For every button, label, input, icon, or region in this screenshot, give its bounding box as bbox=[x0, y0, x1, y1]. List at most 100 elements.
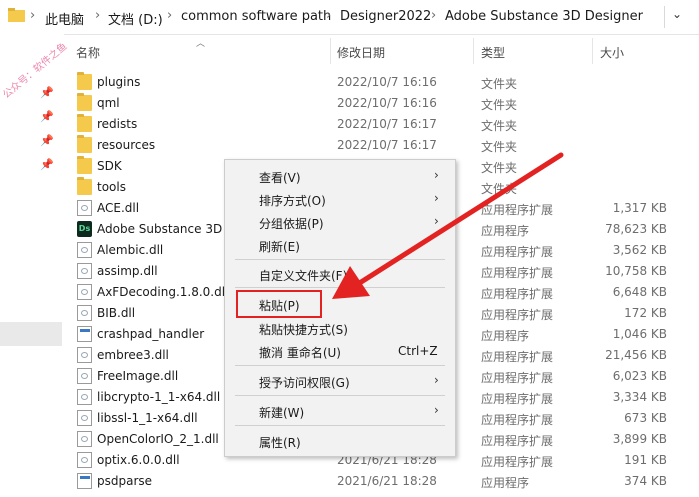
menu-item-grant-access[interactable]: 授予访问权限(G) bbox=[259, 374, 350, 391]
file-type: 应用程序扩展 bbox=[481, 350, 554, 364]
dll-icon bbox=[77, 431, 92, 447]
file-size: 1,046 KB bbox=[612, 327, 667, 341]
file-type: 文件夹 bbox=[481, 98, 518, 112]
menu-item-undo-rename[interactable]: 撤消 重命名(U) bbox=[259, 344, 341, 361]
menu-divider bbox=[235, 259, 445, 260]
file-row[interactable]: redists 2022/10/7 16:17 文件夹 bbox=[0, 114, 699, 135]
chevron-down-icon[interactable]: ⌄ bbox=[672, 7, 682, 21]
breadcrumb-separator-icon: › bbox=[431, 8, 437, 23]
divider bbox=[664, 6, 665, 28]
menu-item-sort[interactable]: 排序方式(O) bbox=[259, 192, 326, 209]
menu-item-paste-shortcut[interactable]: 粘贴快捷方式(S) bbox=[259, 321, 348, 338]
column-divider[interactable] bbox=[330, 38, 331, 64]
file-type: 应用程序扩展 bbox=[481, 203, 554, 217]
file-type: 应用程序扩展 bbox=[481, 266, 554, 280]
menu-item-new[interactable]: 新建(W) bbox=[259, 404, 304, 421]
folder-icon bbox=[77, 156, 92, 174]
column-header-name[interactable]: 名称 bbox=[76, 44, 100, 61]
menu-item-properties[interactable]: 属性(R) bbox=[259, 434, 301, 451]
file-name: SDK bbox=[97, 159, 122, 173]
file-row[interactable]: plugins 2022/10/7 16:16 文件夹 bbox=[0, 72, 699, 93]
file-type: 文件夹 bbox=[481, 140, 518, 154]
file-name: Adobe Substance 3D bbox=[97, 222, 223, 236]
file-type: 应用程序扩展 bbox=[481, 455, 554, 469]
file-name: OpenColorIO_2_1.dll bbox=[97, 432, 219, 446]
exe-icon bbox=[77, 326, 92, 342]
file-size: 172 KB bbox=[624, 306, 667, 320]
file-type: 文件夹 bbox=[481, 182, 518, 196]
file-date: 2022/10/7 16:16 bbox=[337, 75, 437, 89]
file-name: tools bbox=[97, 180, 126, 194]
file-type: 应用程序扩展 bbox=[481, 308, 554, 322]
menu-divider bbox=[235, 395, 445, 396]
file-size: 6,648 KB bbox=[612, 285, 667, 299]
menu-item-group[interactable]: 分组依据(P) bbox=[259, 215, 324, 232]
address-bar[interactable]: › 此电脑 › 文档 (D:) › common software path ›… bbox=[0, 0, 699, 35]
menu-divider bbox=[235, 365, 445, 366]
dll-icon bbox=[77, 284, 92, 300]
file-name: libcrypto-1_1-x64.dll bbox=[97, 390, 221, 404]
file-name: assimp.dll bbox=[97, 264, 158, 278]
breadcrumb-current-folder[interactable]: Adobe Substance 3D Designer bbox=[445, 9, 643, 24]
file-size: 3,899 KB bbox=[612, 432, 667, 446]
file-row[interactable]: psdparse 2021/6/21 18:28 应用程序 374 KB bbox=[0, 471, 699, 492]
file-size: 21,456 KB bbox=[605, 348, 667, 362]
breadcrumb-separator-icon: › bbox=[95, 8, 101, 23]
exe-icon bbox=[77, 473, 92, 489]
dll-icon bbox=[77, 242, 92, 258]
file-type: 应用程序扩展 bbox=[481, 413, 554, 427]
menu-shortcut-undo: Ctrl+Z bbox=[398, 344, 438, 358]
dll-icon bbox=[77, 410, 92, 426]
menu-divider bbox=[235, 287, 445, 288]
column-header-type[interactable]: 类型 bbox=[481, 44, 505, 61]
file-size: 191 KB bbox=[624, 453, 667, 467]
file-name: BIB.dll bbox=[97, 306, 136, 320]
file-type: 文件夹 bbox=[481, 119, 518, 133]
dll-icon bbox=[77, 347, 92, 363]
folder-icon bbox=[77, 72, 92, 90]
file-name: libssl-1_1-x64.dll bbox=[97, 411, 198, 425]
dll-icon bbox=[77, 389, 92, 405]
menu-item-refresh[interactable]: 刷新(E) bbox=[259, 238, 300, 255]
file-name: optix.6.0.0.dll bbox=[97, 453, 180, 467]
file-size: 78,623 KB bbox=[605, 222, 667, 236]
chevron-right-icon: › bbox=[434, 191, 439, 205]
designer-app-icon: Ds bbox=[77, 221, 92, 237]
file-row[interactable]: resources 2022/10/7 16:17 文件夹 bbox=[0, 135, 699, 156]
chevron-right-icon: › bbox=[434, 403, 439, 417]
chevron-right-icon: › bbox=[434, 373, 439, 387]
file-type: 应用程序 bbox=[481, 476, 530, 490]
file-type: 应用程序扩展 bbox=[481, 245, 554, 259]
file-size: 673 KB bbox=[624, 411, 667, 425]
breadcrumb-this-pc[interactable]: 此电脑 bbox=[45, 9, 84, 28]
column-header-size[interactable]: 大小 bbox=[600, 44, 624, 61]
file-date: 2022/10/7 16:17 bbox=[337, 138, 437, 152]
file-name: redists bbox=[97, 117, 138, 131]
breadcrumb-designer2022[interactable]: Designer2022 bbox=[340, 9, 431, 24]
breadcrumb-separator-icon: › bbox=[30, 8, 36, 23]
file-size: 3,562 KB bbox=[612, 243, 667, 257]
chevron-right-icon: › bbox=[434, 168, 439, 182]
column-divider[interactable] bbox=[592, 38, 593, 64]
folder-icon bbox=[77, 177, 92, 195]
file-row[interactable]: qml 2022/10/7 16:16 文件夹 bbox=[0, 93, 699, 114]
file-date: 2021/6/21 18:28 bbox=[337, 474, 437, 488]
menu-item-customize-folder[interactable]: 自定义文件夹(F)... bbox=[259, 267, 359, 284]
file-type: 应用程序扩展 bbox=[481, 434, 554, 448]
file-name: embree3.dll bbox=[97, 348, 169, 362]
menu-item-view[interactable]: 查看(V) bbox=[259, 169, 301, 186]
file-size: 1,317 KB bbox=[612, 201, 667, 215]
file-size: 3,334 KB bbox=[612, 390, 667, 404]
breadcrumb-common-software-path[interactable]: common software path bbox=[181, 9, 331, 24]
dll-icon bbox=[77, 452, 92, 468]
file-type: 应用程序扩展 bbox=[481, 392, 554, 406]
highlight-box bbox=[236, 290, 322, 318]
file-name: AxFDecoding.1.8.0.dll bbox=[97, 285, 229, 299]
chevron-right-icon: › bbox=[434, 214, 439, 228]
breadcrumb-drive-d[interactable]: 文档 (D:) bbox=[108, 9, 163, 28]
column-header-date[interactable]: 修改日期 bbox=[337, 44, 385, 61]
column-divider[interactable] bbox=[473, 38, 474, 64]
file-name: FreeImage.dll bbox=[97, 369, 179, 383]
file-date: 2022/10/7 16:17 bbox=[337, 117, 437, 131]
file-name: psdparse bbox=[97, 474, 153, 488]
